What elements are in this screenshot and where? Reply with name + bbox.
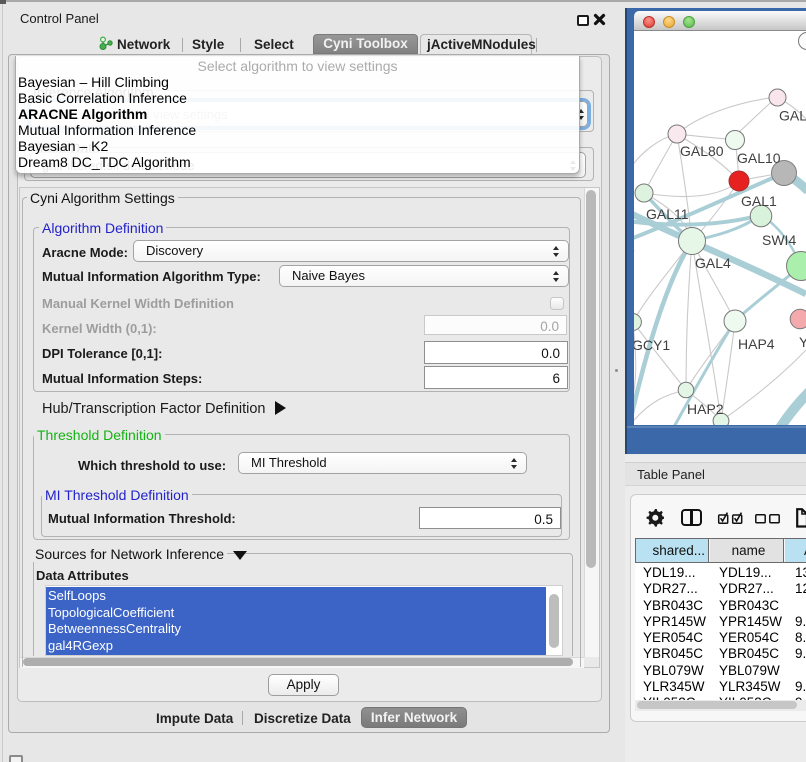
svg-text:GAL80: GAL80 <box>680 143 724 159</box>
svg-text:GCY1: GCY1 <box>634 337 670 353</box>
svg-text:GAL1: GAL1 <box>741 193 777 209</box>
svg-text:Y: Y <box>799 334 806 350</box>
svg-text:SWI4: SWI4 <box>762 232 796 248</box>
svg-text:HAP2: HAP2 <box>687 401 724 417</box>
svg-text:GAL7: GAL7 <box>779 108 806 124</box>
svg-text:GAL11: GAL11 <box>646 206 689 222</box>
svg-text:HAP4: HAP4 <box>738 336 775 352</box>
svg-text:GAL10: GAL10 <box>737 150 781 166</box>
svg-text:GAL4: GAL4 <box>695 255 731 271</box>
